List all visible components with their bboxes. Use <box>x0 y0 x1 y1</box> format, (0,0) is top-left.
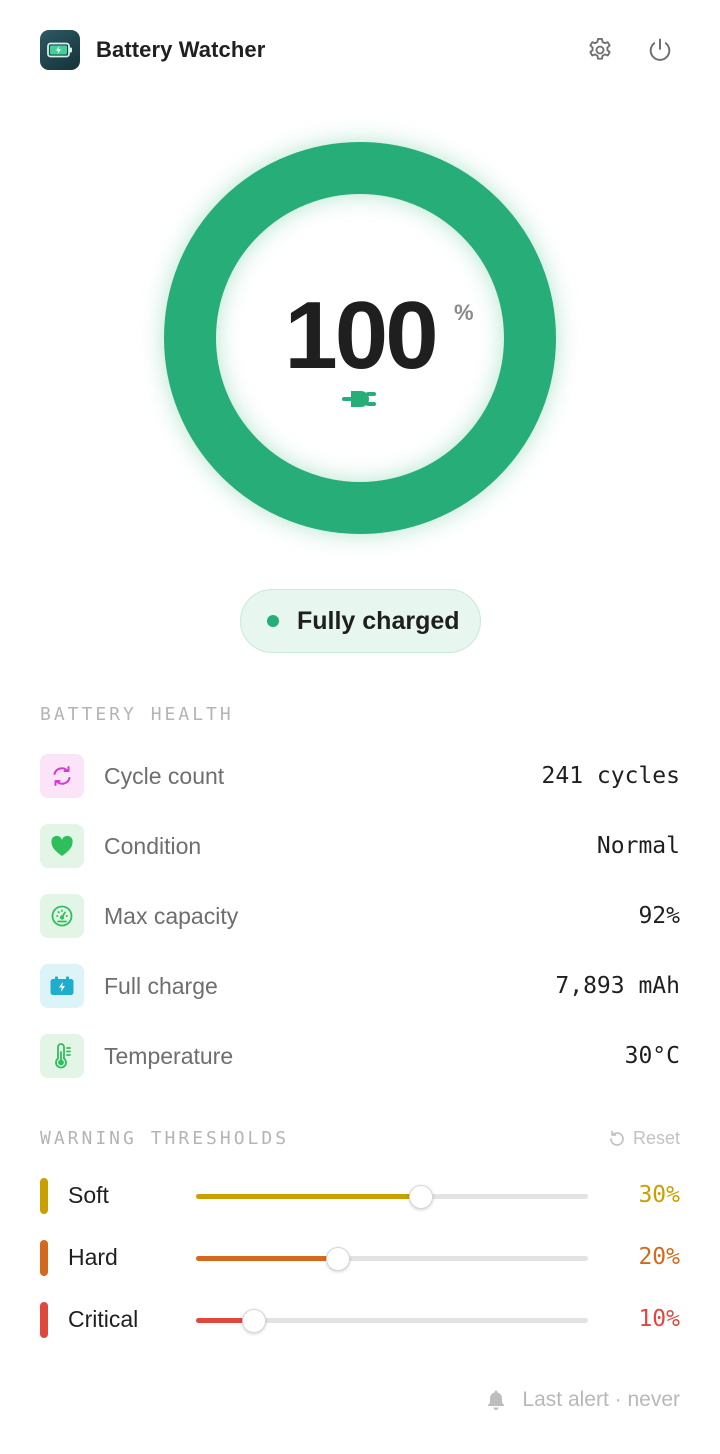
power-icon <box>649 38 671 61</box>
plug-icon <box>342 391 376 407</box>
health-row-max-capacity: Max capacity 92% <box>40 894 680 938</box>
health-value: 241 cycles <box>541 763 680 789</box>
status-dot <box>267 615 279 627</box>
settings-button[interactable] <box>580 30 620 70</box>
health-row-full-charge: Full charge 7,893 mAh <box>40 964 680 1008</box>
threshold-label: Hard <box>68 1244 118 1270</box>
health-value: 7,893 mAh <box>555 973 680 999</box>
threshold-value: 20% <box>638 1244 680 1270</box>
slider-thumb[interactable] <box>326 1247 351 1271</box>
percent-sign: % <box>454 300 474 325</box>
warning-thresholds-heading: WARNING THRESHOLDS <box>40 1128 290 1149</box>
hard-threshold-slider[interactable] <box>196 1247 588 1271</box>
battery-health-heading: BATTERY HEALTH <box>40 704 234 725</box>
health-value: 30°C <box>624 1043 680 1069</box>
cycle-icon <box>40 754 84 798</box>
health-row-temperature: Temperature 30°C <box>40 1034 680 1078</box>
threshold-color-bar <box>40 1240 48 1276</box>
bell-icon <box>488 1390 505 1410</box>
heart-icon <box>40 824 84 868</box>
last-alert-footer: Last alert · never <box>486 1388 680 1412</box>
threshold-value: 30% <box>638 1182 680 1208</box>
threshold-label: Critical <box>68 1306 139 1332</box>
app-logo-icon <box>40 30 80 70</box>
health-label: Full charge <box>104 972 218 999</box>
health-label: Temperature <box>104 1042 234 1069</box>
health-value: 92% <box>638 903 680 929</box>
health-label: Condition <box>104 832 202 859</box>
threshold-color-bar <box>40 1302 48 1338</box>
slider-thumb[interactable] <box>242 1309 267 1333</box>
reset-label: Reset <box>632 1128 680 1148</box>
battery-charge-icon <box>40 964 84 1008</box>
threshold-row-hard: Hard 20% <box>40 1240 680 1276</box>
health-row-cycle-count: Cycle count 241 cycles <box>40 754 680 798</box>
health-label: Max capacity <box>104 902 239 929</box>
threshold-value: 10% <box>638 1306 680 1332</box>
gauge-icon <box>40 894 84 938</box>
status-text: Fully charged <box>297 606 460 635</box>
battery-percent: 100 <box>284 282 438 389</box>
slider-thumb[interactable] <box>409 1185 434 1209</box>
thermometer-icon <box>40 1034 84 1078</box>
threshold-row-soft: Soft 30% <box>40 1178 680 1214</box>
gear-icon <box>589 37 611 60</box>
threshold-color-bar <box>40 1178 48 1214</box>
health-value: Normal <box>596 833 680 859</box>
battery-gauge: 100 % <box>164 142 556 534</box>
health-label: Cycle count <box>104 762 225 789</box>
power-button[interactable] <box>640 30 680 70</box>
app-title: Battery Watcher <box>96 37 266 62</box>
soft-threshold-slider[interactable] <box>196 1185 588 1209</box>
threshold-label: Soft <box>68 1182 109 1208</box>
slider-fill <box>196 1256 339 1261</box>
app-header: Battery Watcher <box>40 30 680 70</box>
last-alert-text: Last alert · never <box>522 1388 680 1411</box>
health-row-condition: Condition Normal <box>40 824 680 868</box>
slider-fill <box>196 1194 422 1199</box>
threshold-row-critical: Critical 10% <box>40 1302 680 1338</box>
reset-button[interactable]: Reset <box>607 1128 680 1149</box>
charging-status-badge: Fully charged <box>240 589 481 653</box>
reset-icon <box>610 1130 624 1146</box>
critical-threshold-slider[interactable] <box>196 1309 588 1333</box>
